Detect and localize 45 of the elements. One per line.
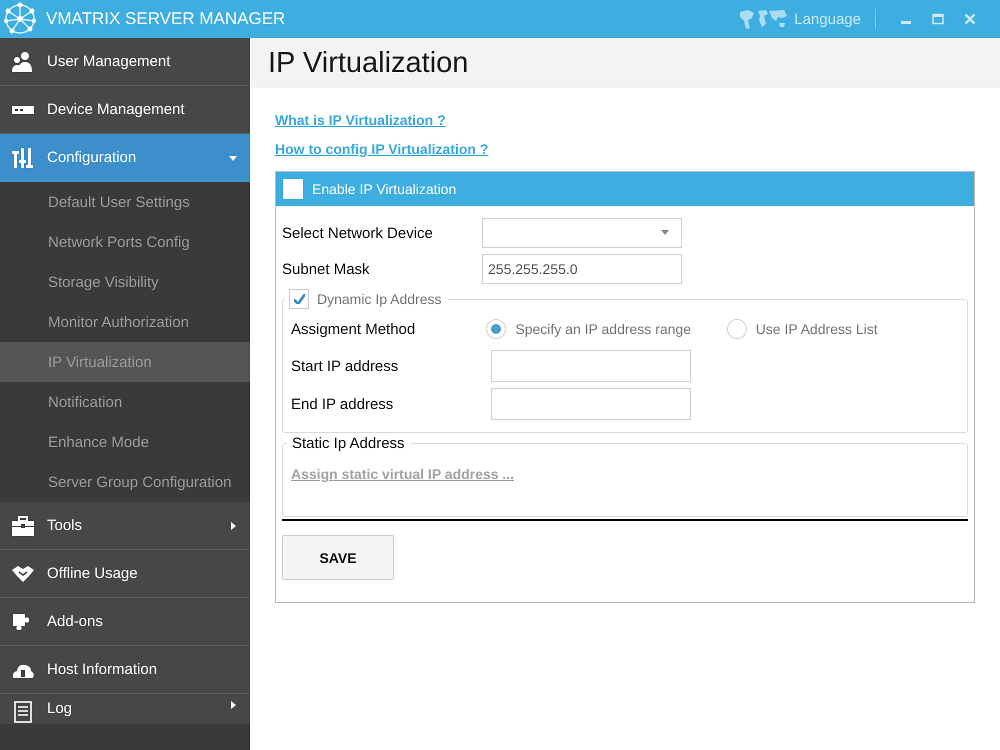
- check-mark-icon: [294, 294, 304, 304]
- radio-button[interactable]: [726, 319, 747, 339]
- save-button[interactable]: SAVE: [282, 535, 394, 580]
- field-label: End IP address: [291, 396, 394, 412]
- enable-checkbox[interactable]: [283, 179, 303, 199]
- menu-item[interactable]: Host Information: [0, 646, 250, 694]
- network-device-dropdown[interactable]: [482, 218, 682, 248]
- document-icon: [11, 700, 35, 724]
- sliders-icon: [11, 146, 35, 170]
- person-group-icon: [11, 50, 35, 74]
- menu-item[interactable]: Tools: [0, 502, 250, 550]
- close-icon[interactable]: [964, 13, 976, 25]
- field-label: Select Network Device: [282, 224, 434, 242]
- dynamic-ip-checkbox[interactable]: [289, 289, 309, 309]
- submenu-item[interactable]: IP Virtualization: [0, 342, 250, 382]
- radio-button[interactable]: [486, 319, 506, 339]
- field-label: Subnet Mask: [282, 260, 371, 278]
- dropdown-caret-icon: [661, 230, 669, 236]
- world-map-icon[interactable]: [738, 8, 788, 30]
- menu-item[interactable]: Add-ons: [0, 598, 250, 646]
- field-label: Start IP address: [291, 358, 400, 374]
- end-ip-field[interactable]: [491, 388, 691, 420]
- subnet-mask-field[interactable]: 255.255.255.0: [482, 254, 682, 284]
- device-bar-icon: [11, 106, 35, 114]
- toolbox-icon: [11, 514, 35, 538]
- radio-label: Use IP Address List: [756, 321, 878, 337]
- caret-right-icon: [228, 700, 238, 710]
- maximize-icon[interactable]: [932, 13, 944, 25]
- dynamic-ip-label: Dynamic Ip Address: [317, 291, 442, 307]
- app-title: VMATRIX SERVER MANAGER: [46, 9, 286, 29]
- help-link[interactable]: How to config IP Virtualization ?: [275, 141, 488, 157]
- menu-item[interactable]: Offline Usage: [0, 550, 250, 598]
- page-title: IP Virtualization: [268, 46, 468, 80]
- start-ip-field[interactable]: [491, 350, 691, 382]
- enable-label: Enable IP Virtualization: [312, 181, 456, 197]
- menu-item[interactable]: Log: [0, 694, 250, 724]
- menu-item[interactable]: User Management: [0, 38, 250, 86]
- assign-static-ip-link[interactable]: Assign static virtual IP address ...: [291, 466, 514, 482]
- caret-right-icon: [228, 520, 238, 530]
- menu-item[interactable]: Configuration: [0, 134, 250, 182]
- radio-label: Specify an IP address range: [515, 321, 692, 337]
- menu-item[interactable]: Device Management: [0, 86, 250, 134]
- field-label: Assigment Method: [291, 320, 416, 338]
- help-link[interactable]: What is IP Virtualization ?: [275, 112, 446, 128]
- static-ip-label: Static Ip Address: [291, 435, 406, 452]
